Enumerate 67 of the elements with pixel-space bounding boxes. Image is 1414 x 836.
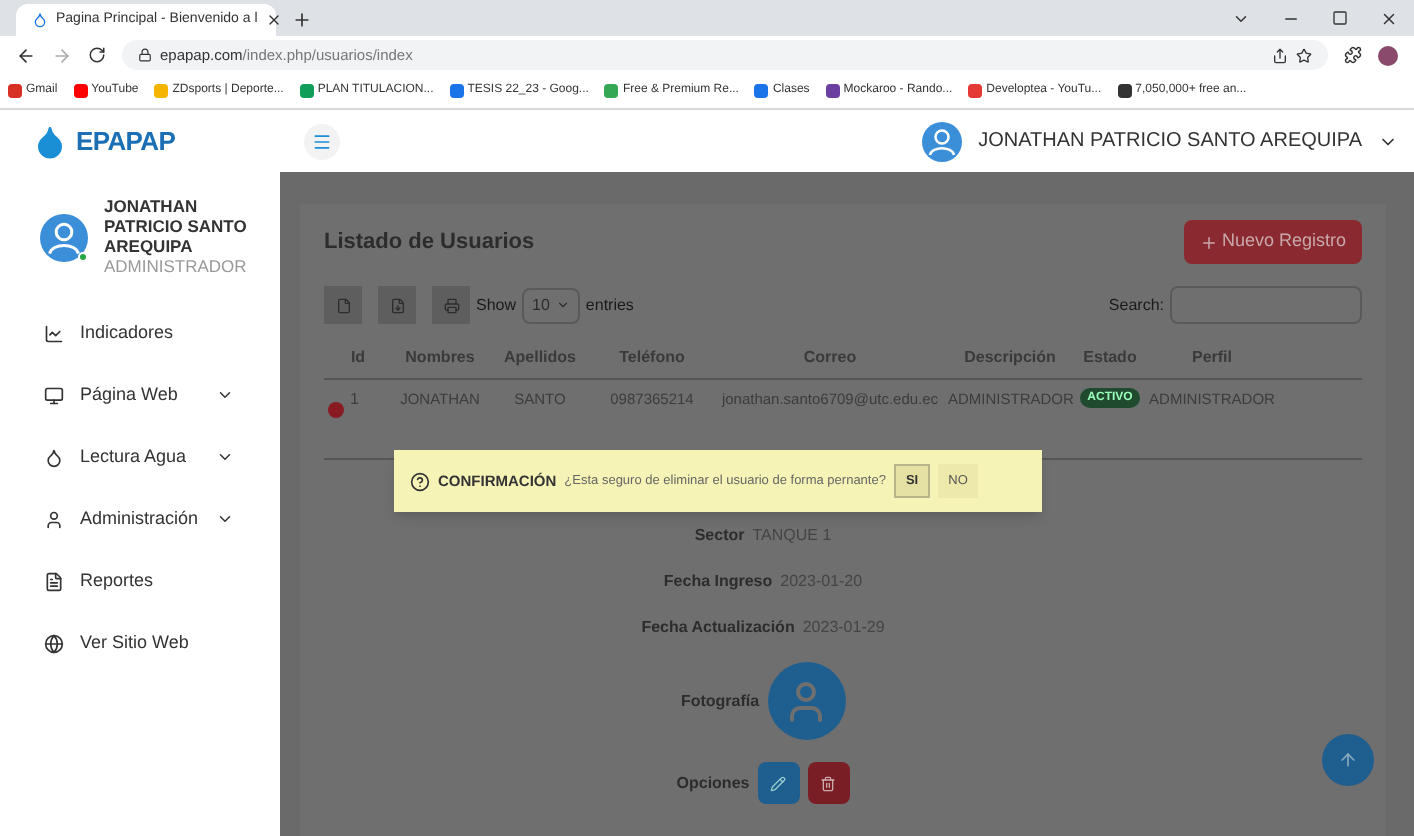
- extensions-icon[interactable]: [1344, 46, 1362, 64]
- user-role: ADMINISTRADOR: [104, 256, 247, 278]
- arrow-up-icon: [1338, 750, 1358, 770]
- nav-item[interactable]: Lectura Agua: [0, 426, 280, 488]
- page-title: Listado de Usuarios: [324, 227, 535, 258]
- nav-icon: [44, 447, 64, 467]
- file-icon: [335, 297, 351, 313]
- nav-icon: [44, 323, 64, 343]
- file-download-icon: [389, 297, 405, 313]
- nav-icon: [44, 571, 64, 591]
- chevron-icon: [555, 298, 570, 312]
- edit-button[interactable]: [757, 762, 800, 804]
- nav-item[interactable]: Administración: [0, 488, 280, 550]
- nav-item[interactable]: Indicadores: [0, 302, 280, 364]
- back-icon[interactable]: [16, 45, 36, 65]
- favicon-icon: [73, 84, 88, 98]
- reload-icon[interactable]: [88, 46, 106, 64]
- printer-icon: [443, 297, 459, 313]
- show-label: Show: [476, 293, 517, 317]
- user-menu[interactable]: JONATHAN PATRICIO SANTO AREQUIPA: [922, 121, 1398, 161]
- photo-placeholder: [767, 662, 846, 740]
- logo-text: EPAPAP: [76, 123, 176, 160]
- nav-item[interactable]: Página Web: [0, 364, 280, 426]
- star-icon[interactable]: [1296, 47, 1312, 63]
- detail-label: Fecha Ingreso: [663, 570, 773, 594]
- avatar-icon: [922, 121, 963, 161]
- favicon-icon: [754, 84, 769, 98]
- menu-icon: [312, 131, 332, 151]
- new-record-button[interactable]: Nuevo Registro: [1183, 220, 1362, 264]
- search-label: Search:: [1108, 293, 1164, 317]
- close-icon[interactable]: [1380, 10, 1398, 28]
- profile-icon[interactable]: [1378, 45, 1398, 65]
- delete-button[interactable]: [807, 762, 850, 804]
- maximize-icon[interactable]: [1332, 10, 1348, 26]
- lock-icon: [138, 48, 152, 62]
- user-name: JONATHAN PATRICIO SANTO AREQUIPA: [104, 196, 247, 256]
- trash-icon: [820, 775, 837, 791]
- favicon-icon: [449, 84, 464, 98]
- pencil-icon: [770, 775, 787, 791]
- favicon-icon: [1117, 84, 1132, 98]
- favicon-icon: [825, 84, 840, 98]
- close-icon[interactable]: [265, 12, 282, 28]
- menu-button[interactable]: [304, 123, 340, 159]
- plus-icon: [1199, 233, 1218, 251]
- entries-label: entries: [585, 293, 634, 317]
- share-icon[interactable]: [1272, 47, 1288, 63]
- detail-label: Fecha Actualización: [641, 616, 795, 640]
- chevron-icon[interactable]: [1232, 10, 1250, 28]
- favicon-icon: [604, 84, 619, 98]
- row-toggle-icon[interactable]: [328, 402, 344, 418]
- favicon-icon: [8, 84, 22, 98]
- help-icon: [410, 471, 430, 491]
- favicon-icon: [299, 84, 314, 98]
- droplet-icon: [32, 12, 48, 28]
- detail-label: Fotografía: [680, 689, 760, 713]
- nav-item[interactable]: Ver Sitio Web: [0, 612, 280, 674]
- favicon-icon: [154, 84, 169, 98]
- detail-label: Opciones: [676, 771, 750, 795]
- logo-icon: [32, 123, 68, 159]
- nav-icon: [44, 385, 64, 405]
- user-avatar-icon: [40, 213, 88, 261]
- new-tab-icon[interactable]: [292, 10, 312, 30]
- detail-label: Sector: [694, 524, 745, 548]
- favicon-icon: [968, 84, 983, 98]
- nav-item[interactable]: Reportes: [0, 550, 280, 612]
- nav-icon: [44, 633, 64, 653]
- nav-icon: [44, 509, 64, 529]
